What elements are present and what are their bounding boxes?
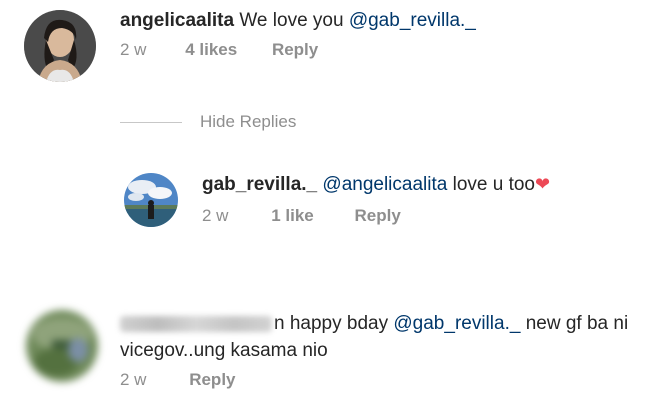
comment-3-body: happy bday <box>289 313 389 334</box>
heart-icon: ❤ <box>535 174 551 194</box>
comment-3-line-2: vicegov..ung kasama nio <box>120 340 328 361</box>
comment-1-meta: 2 w 4 likes Reply <box>120 40 318 60</box>
reply-reply-button[interactable]: Reply <box>354 206 400 225</box>
reply-likes[interactable]: 1 like <box>271 206 314 225</box>
avatar-image <box>26 310 98 382</box>
comment-3-username[interactable]: n <box>120 313 285 334</box>
comment-3-text: n happy bday @gab_revilla._ new gf ba ni <box>120 312 628 336</box>
reply-meta: 2 w 1 like Reply <box>202 206 401 226</box>
reply-time: 2 w <box>202 206 229 225</box>
replies-divider <box>120 122 182 123</box>
comment-1-text: angelicaalita We love you @gab_revilla._ <box>120 9 476 33</box>
comment-1-mention[interactable]: @gab_revilla._ <box>349 10 476 31</box>
comment-3-mention[interactable]: @gab_revilla._ <box>393 313 520 334</box>
hide-replies-button[interactable]: Hide Replies <box>200 112 296 132</box>
reply-text: gab_revilla._ @angelicaalita love u too❤ <box>202 172 550 197</box>
comment-3-body-2: new gf ba ni <box>525 313 629 334</box>
reply-body: love u too <box>452 174 536 195</box>
comment-3-reply-button[interactable]: Reply <box>189 370 235 389</box>
avatar-angelicaalita[interactable] <box>24 10 96 82</box>
reply-mention[interactable]: @angelicaalita <box>322 174 447 195</box>
comment-1-time: 2 w <box>120 40 147 59</box>
reply-username[interactable]: gab_revilla._ <box>202 174 317 195</box>
comment-1-username[interactable]: angelicaalita <box>120 10 234 31</box>
avatar-image <box>24 10 96 82</box>
comment-1-body: We love you <box>239 10 344 31</box>
comment-3-meta: 2 w Reply <box>120 370 236 390</box>
comment-3-time: 2 w <box>120 370 147 389</box>
blurred-username <box>120 315 272 332</box>
avatar-image <box>124 173 178 227</box>
comment-1-likes[interactable]: 4 likes <box>185 40 237 59</box>
avatar-gab-revilla[interactable] <box>124 173 178 227</box>
avatar-blurred-user[interactable] <box>26 310 98 382</box>
comment-1-reply-button[interactable]: Reply <box>272 40 318 59</box>
